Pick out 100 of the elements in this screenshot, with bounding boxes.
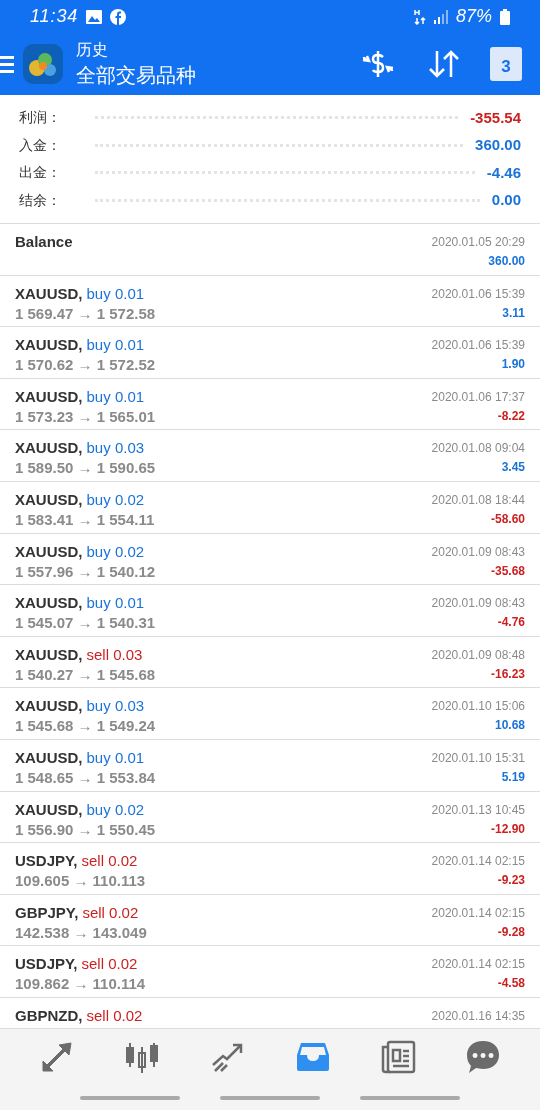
deal-time: 2020.01.05 20:29 [431,234,525,251]
deal-symbol: XAUUSD, [15,386,83,407]
data-arrows-icon [413,8,426,25]
deal-symbol: XAUUSD, [15,541,83,562]
summary-value: -355.54 [470,107,521,128]
deal-profit: 3.45 [501,459,525,477]
deal-time: 2020.01.14 02:15 [431,956,525,974]
deal-time: 2020.01.10 15:06 [431,698,525,716]
deal-side: buy 0.01 [86,593,145,614]
deal-symbol: XAUUSD, [15,644,83,665]
deal-row[interactable]: USDJPY, sell 0.02 109.605 → 110.113 2020.01.14 02:15 -9.23 [0,843,540,895]
deal-prices: 1 545.07 → 1 540.31 [15,613,156,634]
deal-side: buy 0.03 [86,438,145,459]
deal-profit: -9.23 [497,872,525,890]
deal-profit: 3.11 [502,304,525,322]
calendar-button[interactable]: 3 [490,47,522,81]
deal-profit: 360.00 [488,253,525,270]
deal-profit: -4.58 [497,975,525,993]
deal-prices: 1 545.68 → 1 549.24 [15,716,156,737]
deal-time: 2020.01.09 08:43 [431,595,525,613]
deal-time: 2020.01.09 08:43 [431,543,525,561]
status-time: 11:34 [30,5,79,28]
deal-row[interactable]: USDJPY, sell 0.02 109.862 → 110.114 2020.01.14 02:15 -4.58 [0,946,540,998]
deal-side: buy 0.01 [86,335,145,356]
deal-row[interactable]: XAUUSD, buy 0.02 1 557.96 → 1 540.12 2020.01.09 08:43 -35.68 [0,533,540,586]
deal-symbol: Balance [15,232,73,252]
deal-symbol: XAUUSD, [15,283,83,304]
deal-side: buy 0.03 [86,696,145,717]
deal-side: buy 0.01 [86,283,145,304]
deal-time: 2020.01.14 02:15 [431,904,525,922]
symbol-filter[interactable]: 全部交易品种 [76,61,196,89]
deal-prices: 1 569.47 → 1 572.58 [15,303,156,324]
deal-symbol: XAUUSD, [15,696,83,717]
deal-profit: -8.22 [497,407,525,425]
summary-label: 结余： [19,190,62,210]
deal-row[interactable]: XAUUSD, sell 0.03 1 540.27 → 1 545.68 2020.01.09 08:48 -16.23 [0,636,540,689]
deal-side: sell 0.03 [86,644,143,665]
deal-prices: 109.862 → 110.114 [15,974,146,995]
deal-row[interactable]: XAUUSD, buy 0.02 1 556.90 → 1 550.45 2020.01.13 10:45 -12.90 [0,791,540,844]
deal-side: buy 0.02 [86,799,145,820]
deal-prices: 1 556.90 → 1 550.45 [15,819,156,840]
deal-time: 2020.01.09 08:48 [431,646,525,664]
deal-profit: -9.28 [497,923,525,941]
deal-row[interactable]: XAUUSD, buy 0.03 1 589.50 → 1 590.65 2020.01.08 09:04 3.45 [0,430,540,482]
deal-symbol: XAUUSD, [15,438,83,459]
menu-icon[interactable] [0,54,14,74]
deal-time: 2020.01.16 14:35 [431,1007,525,1025]
deal-profit: 10.68 [494,717,525,735]
summary-value: 360.00 [475,135,521,155]
deal-symbol: XAUUSD, [15,335,83,356]
deal-row[interactable]: XAUUSD, buy 0.01 1 545.07 → 1 540.31 2020.01.09 08:43 -4.76 [0,585,540,637]
deal-side: sell 0.02 [81,954,138,975]
deal-prices: 1 589.50 → 1 590.65 [15,458,156,479]
deal-row[interactable]: XAUUSD, buy 0.03 1 545.68 → 1 549.24 2020.01.10 15:06 10.68 [0,688,540,740]
summary-label: 入金： [19,135,62,155]
app-logo-icon [23,44,63,84]
signal-icon [433,9,448,24]
deal-symbol: USDJPY, [15,851,78,872]
deal-row[interactable]: XAUUSD, buy 0.02 1 583.41 → 1 554.11 2020.01.08 18:44 -58.60 [0,481,540,534]
deal-symbol: XAUUSD, [15,489,83,510]
deal-prices: 1 548.65 → 1 553.84 [15,767,156,788]
deal-profit: -16.23 [490,665,525,683]
deal-row[interactable]: Balance 2020.01.05 20:29 360.00 [0,224,540,276]
summary-label: 利润： [19,108,62,128]
deal-symbol: XAUUSD, [15,799,83,820]
deal-prices: 1 557.96 → 1 540.12 [15,561,156,582]
deal-time: 2020.01.06 15:39 [431,285,525,303]
deal-profit: -35.68 [490,562,525,580]
deal-prices: 1 573.23 → 1 565.01 [15,406,156,427]
screen-title: 历史 [76,40,109,60]
deal-row[interactable]: XAUUSD, buy 0.01 1 548.65 → 1 553.84 2020.01.10 15:31 5.19 [0,739,540,792]
deal-symbol: GBPJPY, [15,902,79,923]
deal-profit: -4.76 [497,614,525,632]
deal-symbol: XAUUSD, [15,747,83,768]
deal-symbol: USDJPY, [15,954,78,975]
deal-row[interactable]: XAUUSD, buy 0.01 1 573.23 → 1 565.01 2020.01.06 17:37 -8.22 [0,378,540,431]
deal-prices: 1 570.62 → 1 572.52 [15,355,156,376]
deal-row[interactable]: XAUUSD, buy 0.01 1 569.47 → 1 572.58 2020.01.06 15:39 3.11 [0,275,540,328]
deal-time: 2020.01.08 09:04 [431,440,525,458]
deal-side: sell 0.02 [86,1005,143,1026]
deal-side: buy 0.02 [86,541,145,562]
sort-arrows-icon [427,49,461,79]
deal-time: 2020.01.06 15:39 [431,337,525,355]
summary-label: 出金： [19,163,62,183]
deal-side: sell 0.02 [81,851,138,872]
deal-prices: 1 583.41 → 1 554.11 [15,509,155,530]
deal-symbol: GBPNZD, [15,1005,83,1026]
deal-time: 2020.01.13 10:45 [431,801,525,819]
deal-symbol: XAUUSD, [15,593,83,614]
deal-row[interactable]: GBPJPY, sell 0.02 142.538 → 143.049 2020.01.14 02:15 -9.28 [0,894,540,947]
notification-circle-icon [110,8,127,25]
deal-side: buy 0.02 [86,489,145,510]
battery-icon [500,8,510,25]
battery-percent: 87% [455,5,492,28]
summary-value: -4.46 [486,162,521,183]
deal-profit: -58.60 [490,510,525,528]
deal-profit: -12.90 [490,820,525,838]
deal-row[interactable]: XAUUSD, buy 0.01 1 570.62 → 1 572.52 2020.01.06 15:39 1.90 [0,327,540,379]
dollar-arrows-icon [361,49,395,79]
deal-prices: 142.538 → 143.049 [15,922,147,943]
